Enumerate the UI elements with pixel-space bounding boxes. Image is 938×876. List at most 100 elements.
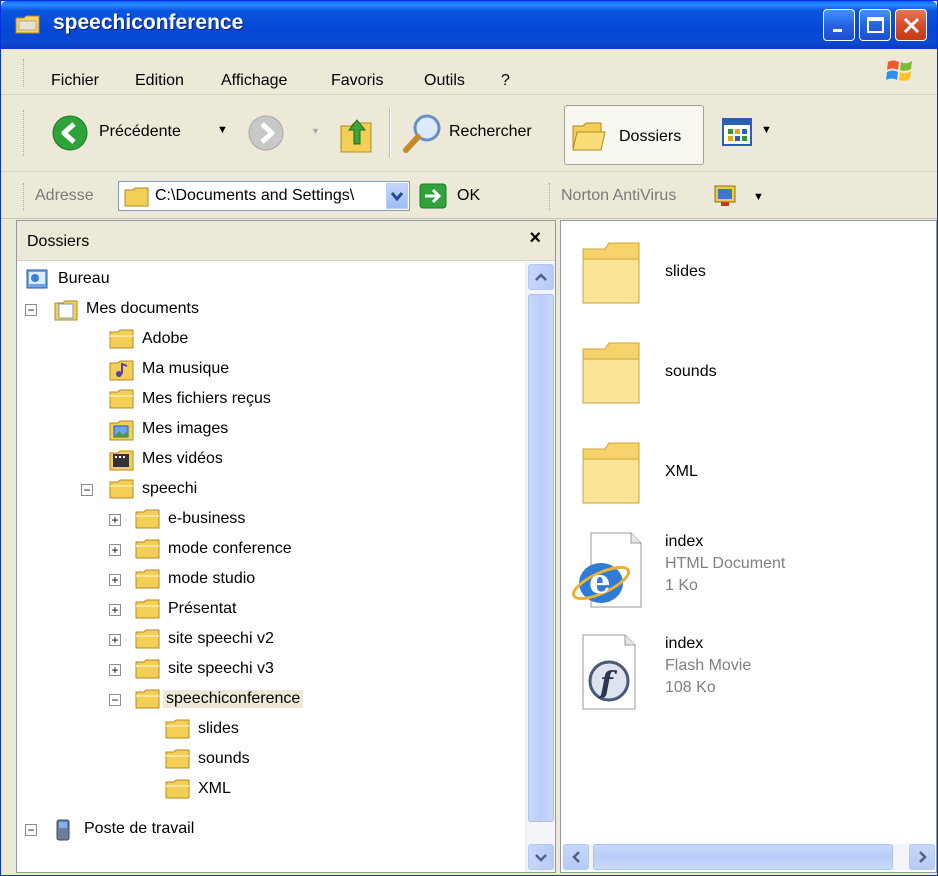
maximize-button[interactable]	[859, 9, 891, 41]
file-type: HTML Document	[665, 555, 786, 572]
scroll-right-button[interactable]	[909, 844, 935, 870]
views-dropdown-icon[interactable]: ▼	[761, 124, 772, 136]
file-size: 108 Ko	[665, 679, 716, 696]
file-item-slides[interactable]: slides	[561, 231, 931, 321]
menu-favoris[interactable]: Favoris	[331, 73, 383, 89]
file-item-index-html[interactable]: e index HTML Document 1 Ko	[561, 529, 931, 619]
expand-icon[interactable]: +	[109, 634, 121, 646]
tree-node-mes-documents[interactable]: − Mes documents	[17, 296, 317, 324]
close-icon	[903, 17, 920, 34]
close-panel-icon[interactable]: ×	[529, 227, 541, 250]
folder-tree: Bureau − Mes documents Adobe Ma musique	[17, 262, 525, 872]
tree-label: Mes vidéos	[142, 450, 223, 467]
forward-button[interactable]: ▼	[243, 110, 323, 156]
tree-node-mode-conference[interactable]: + mode conference	[17, 536, 357, 564]
folder-window-icon	[15, 15, 40, 34]
minimize-button[interactable]	[823, 9, 855, 41]
collapse-icon[interactable]: −	[25, 824, 37, 836]
tree-node-speechi[interactable]: − speechi	[17, 476, 317, 504]
expand-icon[interactable]: +	[109, 604, 121, 616]
folder-icon	[109, 329, 134, 349]
scroll-left-button[interactable]	[563, 844, 589, 870]
address-dropdown-button[interactable]	[386, 183, 408, 209]
up-folder-icon[interactable]	[337, 112, 377, 156]
tree-node-adobe[interactable]: Adobe	[17, 326, 317, 354]
scroll-down-button[interactable]	[528, 844, 554, 870]
tree-node-mes-fichiers-recus[interactable]: Mes fichiers reçus	[17, 386, 317, 414]
back-button[interactable]: Précédente ▼	[45, 110, 239, 156]
flash-movie-icon: f	[582, 634, 636, 710]
address-grip[interactable]	[23, 183, 26, 211]
tree-node-bureau[interactable]: Bureau	[17, 266, 317, 294]
folders-icon	[572, 122, 606, 151]
toolbar-grip[interactable]	[23, 110, 26, 156]
tree-node-e-business[interactable]: + e-business	[17, 506, 357, 534]
back-dropdown-icon[interactable]: ▼	[217, 124, 228, 136]
my-computer-icon	[56, 819, 70, 841]
title-bar[interactable]: speechiconference	[1, 1, 937, 49]
collapse-icon[interactable]: −	[109, 694, 121, 706]
menu-affichage[interactable]: Affichage	[221, 73, 287, 89]
views-button[interactable]: ▼	[719, 114, 783, 154]
tree-node-ma-musique[interactable]: Ma musique	[17, 356, 317, 384]
maximize-icon	[867, 17, 884, 33]
folders-panel-title: Dossiers	[27, 233, 90, 250]
chevron-down-icon	[390, 192, 404, 202]
tree-node-mes-images[interactable]: Mes images	[17, 416, 317, 444]
folder-icon	[109, 389, 134, 409]
forward-dropdown-icon: ▼	[311, 126, 320, 136]
tree-node-site-speechi-v3[interactable]: + site speechi v3	[17, 656, 357, 684]
music-folder-icon	[109, 360, 134, 381]
tree-node-speechiconference[interactable]: − speechiconference	[17, 686, 377, 714]
norton-label[interactable]: Norton AntiVirus	[561, 187, 676, 205]
chevron-left-icon	[572, 851, 580, 863]
tree-node-mode-studio[interactable]: + mode studio	[17, 566, 357, 594]
file-name: slides	[665, 263, 706, 280]
tree-node-mes-videos[interactable]: Mes vidéos	[17, 446, 317, 474]
address-field[interactable]: C:\Documents and Settings\	[118, 181, 410, 211]
collapse-icon[interactable]: −	[25, 304, 37, 316]
tree-node-site-speechi-v2[interactable]: + site speechi v2	[17, 626, 357, 654]
close-button[interactable]	[895, 9, 927, 41]
large-folder-icon	[582, 442, 640, 504]
scroll-up-button[interactable]	[528, 264, 554, 290]
search-button[interactable]: Rechercher	[397, 110, 557, 156]
chevron-right-icon	[919, 851, 927, 863]
large-folder-icon	[582, 242, 640, 304]
file-item-sounds[interactable]: sounds	[561, 331, 931, 421]
folders-panel-header: Dossiers ×	[17, 221, 555, 261]
folder-icon	[135, 689, 160, 709]
file-item-index-flash[interactable]: f index Flash Movie 108 Ko	[561, 631, 931, 721]
go-button[interactable]: OK	[419, 182, 509, 212]
folders-button[interactable]: Dossiers	[564, 105, 704, 165]
norton-dropdown-icon[interactable]: ▼	[753, 191, 764, 203]
toolbar-separator	[389, 108, 391, 158]
folder-icon	[135, 539, 160, 559]
files-horizontal-scrollbar[interactable]	[563, 844, 935, 870]
tree-node-xml[interactable]: XML	[17, 776, 357, 804]
tree-node-slides[interactable]: slides	[17, 716, 357, 744]
tree-node-presentat[interactable]: + Présentat	[17, 596, 357, 624]
tree-node-sounds[interactable]: sounds	[17, 746, 357, 774]
menu-grip[interactable]	[23, 59, 26, 87]
scroll-thumb[interactable]	[528, 294, 554, 822]
views-icon	[722, 118, 752, 146]
expand-icon[interactable]: +	[109, 514, 121, 526]
menu-outils[interactable]: Outils	[424, 73, 465, 89]
expand-icon[interactable]: +	[109, 544, 121, 556]
address-input[interactable]: C:\Documents and Settings\	[155, 187, 381, 205]
menu-help[interactable]: ?	[501, 73, 510, 89]
tree-label: slides	[198, 720, 239, 737]
menu-edition[interactable]: Edition	[135, 73, 184, 89]
tree-label: Poste de travail	[84, 820, 195, 837]
collapse-icon[interactable]: −	[81, 484, 93, 496]
norton-grip[interactable]	[549, 183, 552, 211]
norton-antivirus-icon[interactable]	[713, 183, 739, 209]
scroll-thumb[interactable]	[593, 844, 893, 870]
tree-node-poste-de-travail[interactable]: − Poste de travail	[17, 816, 317, 844]
tree-vertical-scrollbar[interactable]	[525, 262, 555, 872]
expand-icon[interactable]: +	[109, 574, 121, 586]
file-item-xml[interactable]: XML	[561, 431, 931, 521]
menu-fichier[interactable]: Fichier	[51, 73, 99, 89]
expand-icon[interactable]: +	[109, 664, 121, 676]
